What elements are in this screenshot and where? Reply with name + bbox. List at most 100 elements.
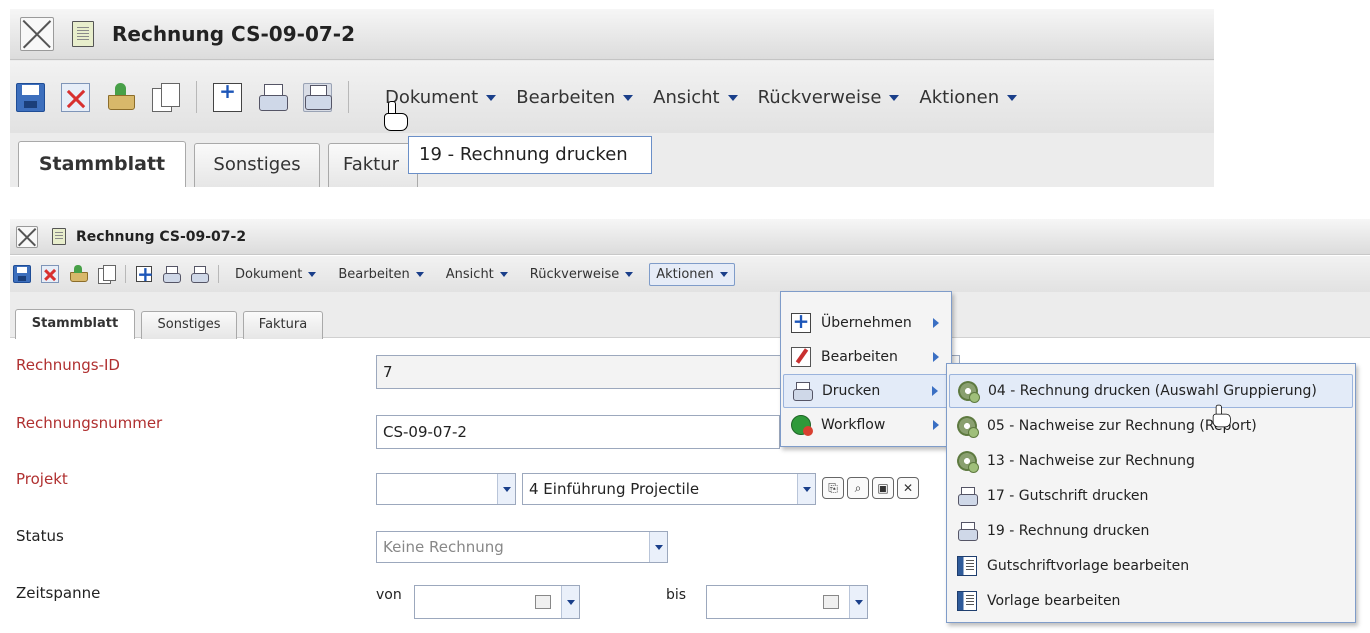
label-zeitspanne: Zeitspanne xyxy=(16,584,101,602)
submenu-item-17[interactable]: 17 - Gutschrift drucken xyxy=(949,479,1353,513)
menu-rueckverweise[interactable]: Rückverweise xyxy=(758,87,900,108)
delete-icon[interactable] xyxy=(61,82,90,112)
open-icon[interactable]: ⎘ xyxy=(822,477,844,499)
tab-faktura[interactable]: Faktur xyxy=(328,143,418,187)
projekt-select[interactable]: 4 Einführung Projectile xyxy=(522,473,816,505)
menu-item-label: Workflow xyxy=(821,417,886,433)
menu-bearbeiten[interactable]: Bearbeiten xyxy=(516,86,634,108)
chevron-down-icon[interactable] xyxy=(497,474,515,504)
save-icon[interactable] xyxy=(13,265,31,283)
tab-sonstiges[interactable]: Sonstiges xyxy=(141,311,237,339)
new-document-icon[interactable] xyxy=(213,81,242,112)
chevron-down-icon xyxy=(719,271,728,277)
menu-item-label: Übernehmen xyxy=(821,315,912,331)
print-icon xyxy=(957,486,979,506)
status-select[interactable]: Keine Rechnung xyxy=(376,531,668,563)
date-from-field[interactable] xyxy=(414,585,580,619)
menu-item-label: Drucken xyxy=(822,383,881,399)
chevron-right-icon xyxy=(932,386,938,396)
calendar-icon[interactable] xyxy=(535,595,551,609)
menu-ansicht[interactable]: Ansicht xyxy=(440,264,514,285)
print-icon[interactable] xyxy=(258,83,288,112)
clipboard-icon[interactable]: ▣ xyxy=(872,477,894,499)
chevron-down-icon[interactable] xyxy=(649,532,667,562)
close-icon[interactable] xyxy=(20,17,54,51)
menu-label: Rückverweise xyxy=(757,86,882,108)
document-icon xyxy=(52,228,66,245)
chevron-right-icon xyxy=(933,352,939,362)
chevron-down-icon[interactable] xyxy=(849,586,867,618)
chevron-right-icon xyxy=(933,318,939,328)
label-rechnungs-id: Rechnungs-ID xyxy=(16,356,120,374)
toolbar: Dokument Bearbeiten Ansicht Rückverweise… xyxy=(10,256,1370,292)
gear-icon xyxy=(958,381,980,403)
copy-icon[interactable] xyxy=(97,265,116,284)
chevron-down-icon xyxy=(625,271,634,277)
copy-icon[interactable] xyxy=(151,83,181,112)
tab-strip: Stammblatt Sonstiges Faktura xyxy=(10,292,1370,339)
chevron-down-icon[interactable] xyxy=(797,474,815,504)
close-icon[interactable] xyxy=(16,225,38,248)
gear-icon xyxy=(957,451,979,473)
tab-sonstiges[interactable]: Sonstiges xyxy=(194,143,320,187)
status-value: Keine Rechnung xyxy=(383,538,504,556)
menu-ansicht[interactable]: Ansicht xyxy=(653,87,738,108)
basket-icon[interactable] xyxy=(106,83,135,112)
label-von: von xyxy=(376,587,402,603)
menu-item-workflow[interactable]: Workflow xyxy=(783,408,949,442)
label-projekt: Projekt xyxy=(16,470,68,488)
menu-item-drucken[interactable]: Drucken xyxy=(783,374,949,408)
menu-label: Aktionen xyxy=(919,86,1000,108)
menu-aktionen[interactable]: Aktionen xyxy=(919,86,1018,108)
rechnungsnummer-field[interactable]: CS-09-07-2 xyxy=(376,415,780,449)
submenu-item-04[interactable]: 04 - Rechnung drucken (Auswahl Gruppieru… xyxy=(949,374,1353,408)
tooltip: 19 - Rechnung drucken xyxy=(408,136,652,174)
chevron-down-icon[interactable] xyxy=(561,586,579,618)
menu-item-bearbeiten[interactable]: Bearbeiten xyxy=(783,340,949,374)
submenu-item-05[interactable]: 05 - Nachweise zur Rechnung (Report) xyxy=(949,409,1353,443)
menu-aktionen[interactable]: Aktionen xyxy=(649,262,735,286)
save-icon[interactable] xyxy=(16,82,45,112)
top-window: Rechnung CS-09-07-2 Dokument Bearbeiten … xyxy=(10,9,1214,187)
basket-icon[interactable] xyxy=(69,265,88,283)
menu-label: Bearbeiten xyxy=(516,86,616,108)
submenu-item-13[interactable]: 13 - Nachweise zur Rechnung xyxy=(949,444,1353,478)
print-invoice-icon[interactable] xyxy=(303,82,332,112)
submenu-item-label: Vorlage bearbeiten xyxy=(987,593,1121,609)
menu-dokument[interactable]: Dokument xyxy=(229,264,322,285)
submenu-item-label: 04 - Rechnung drucken (Auswahl Gruppieru… xyxy=(988,383,1317,399)
delete-icon[interactable] xyxy=(41,265,59,283)
document-icon xyxy=(72,21,94,47)
chevron-down-icon xyxy=(308,271,317,277)
new-document-icon[interactable] xyxy=(136,264,152,284)
submenu-item-gutschriftvorlage[interactable]: Gutschriftvorlage bearbeiten xyxy=(949,549,1353,583)
hand-cursor-icon xyxy=(382,101,408,131)
menu-bearbeiten[interactable]: Bearbeiten xyxy=(332,264,429,285)
print-icon[interactable] xyxy=(162,265,182,284)
tab-faktura[interactable]: Faktura xyxy=(243,311,323,339)
print-invoice-icon[interactable] xyxy=(190,265,210,284)
aktionen-menu: Übernehmen Bearbeiten Drucken Workflow xyxy=(780,291,952,447)
tab-stammblatt[interactable]: Stammblatt xyxy=(15,309,135,339)
calendar-icon[interactable] xyxy=(823,595,839,609)
menu-label: Bearbeiten xyxy=(338,266,410,282)
search-icon[interactable]: ⌕ xyxy=(847,477,869,499)
menu-item-label: Bearbeiten xyxy=(821,349,898,365)
menu-item-uebernehmen[interactable]: Übernehmen xyxy=(783,306,949,340)
label-rechnungsnummer: Rechnungsnummer xyxy=(16,414,163,432)
submenu-item-19[interactable]: 19 - Rechnung drucken xyxy=(949,514,1353,548)
menu-rueckverweise[interactable]: Rückverweise xyxy=(524,264,639,285)
submenu-item-vorlage[interactable]: Vorlage bearbeiten xyxy=(949,584,1353,618)
bottom-window: Rechnung CS-09-07-2 Dokument Bearbeiten … xyxy=(10,219,1370,633)
toolbar-separator xyxy=(348,81,349,113)
projekt-prefix-select[interactable] xyxy=(376,473,516,505)
chevron-down-icon xyxy=(623,94,634,101)
toolbar: Dokument Bearbeiten Ansicht Rückverweise… xyxy=(10,61,1214,133)
hand-cursor-icon xyxy=(1211,404,1231,428)
clear-icon[interactable]: ✕ xyxy=(897,477,919,499)
tab-stammblatt[interactable]: Stammblatt xyxy=(18,141,186,187)
window-title: Rechnung CS-09-07-2 xyxy=(112,22,355,46)
chevron-down-icon xyxy=(1007,94,1018,101)
date-to-field[interactable] xyxy=(706,585,868,619)
chevron-down-icon xyxy=(486,94,497,101)
